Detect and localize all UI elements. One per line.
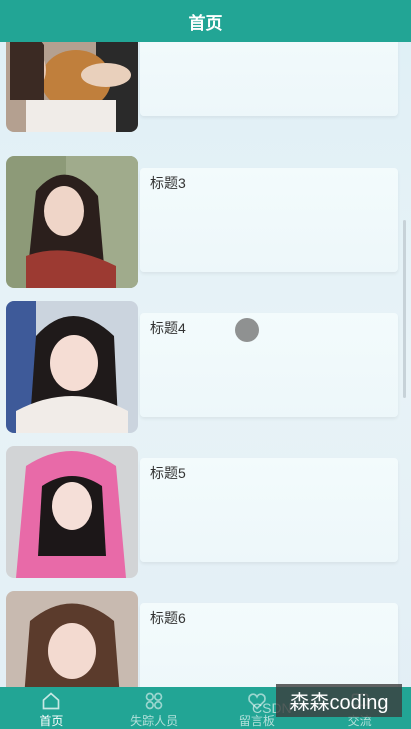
thumbnail-photo xyxy=(6,446,138,578)
item-title: 标题5 xyxy=(150,465,186,481)
item-title: 标题6 xyxy=(150,610,186,626)
list-item[interactable]: 标题3 xyxy=(6,156,406,290)
tab-label: 失踪人员 xyxy=(130,714,179,728)
home-icon xyxy=(43,692,60,710)
item-title: 标题3 xyxy=(150,175,186,191)
tab-label: 首页 xyxy=(39,714,64,728)
list-item[interactable]: 标题4 xyxy=(6,301,406,435)
list-item[interactable]: 标题5 xyxy=(6,446,406,580)
item-card[interactable]: 标题4 xyxy=(140,313,398,417)
tab-missing-persons[interactable]: 失踪人员 xyxy=(103,687,206,729)
thumbnail-photo xyxy=(6,156,138,288)
thumbnail-photo xyxy=(6,301,138,433)
tab-home[interactable]: 首页 xyxy=(0,687,103,729)
people-icon xyxy=(145,692,163,710)
item-card[interactable]: 标题6 xyxy=(140,603,398,687)
scrollbar[interactable] xyxy=(403,220,406,398)
watermark-text: 森森coding xyxy=(289,692,389,714)
item-card[interactable] xyxy=(140,42,398,116)
thumbnail-photo xyxy=(6,591,138,687)
page-title: 首页 xyxy=(188,13,223,33)
header-bar: 首页 xyxy=(0,0,411,42)
item-card[interactable]: 标题3 xyxy=(140,168,398,272)
touch-indicator xyxy=(235,318,259,342)
item-card[interactable]: 标题5 xyxy=(140,458,398,562)
content-list[interactable]: 标题3 标题4 标题5 标题6 xyxy=(0,42,411,687)
thumbnail-photo xyxy=(6,42,138,132)
watermark-overlay: 森森coding xyxy=(276,684,402,717)
list-item[interactable] xyxy=(6,42,406,134)
list-item[interactable]: 标题6 xyxy=(6,591,406,687)
item-title: 标题4 xyxy=(150,320,186,336)
